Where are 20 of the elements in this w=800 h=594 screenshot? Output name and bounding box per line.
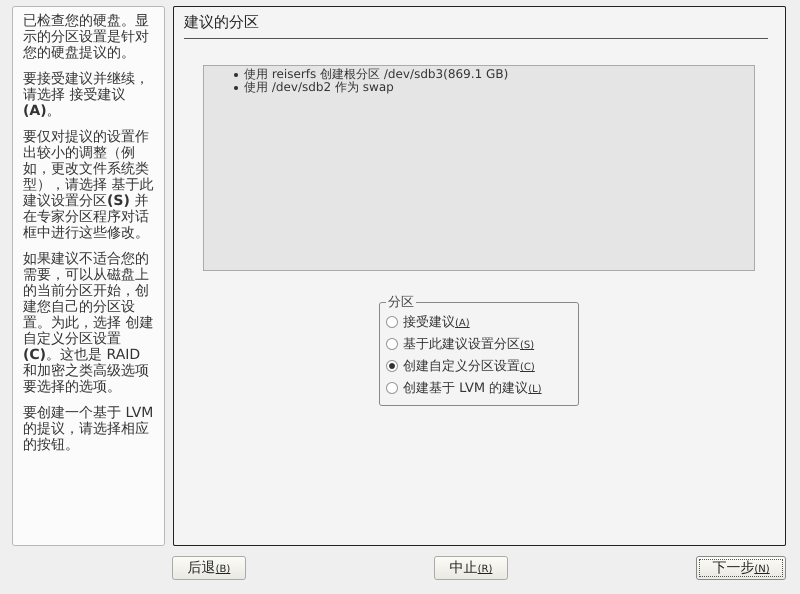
radio-button[interactable] bbox=[386, 382, 398, 394]
help-paragraph: 如果建议不适合您的需要，可以从磁盘上的当前分区开始，创建您自己的分区设置。为此，选择 创建自定义分区设置(C)。这也是 RAID 和加密之类高级选项要选择的选项。 bbox=[23, 251, 154, 395]
radio-button[interactable] bbox=[386, 316, 398, 328]
help-paragraph: 要创建一个基于 LVM 的提议，请选择相应的按钮。 bbox=[23, 405, 154, 453]
group-legend: 分区 bbox=[386, 293, 416, 311]
nav-button[interactable]: 后退(B) bbox=[172, 556, 246, 580]
nav-button[interactable]: 中止(R) bbox=[434, 556, 508, 580]
radio-button[interactable] bbox=[386, 338, 398, 350]
summary-item: 使用 reiserfs 创建根分区 /dev/sdb3(869.1 GB) bbox=[234, 68, 754, 81]
page-title: 建议的分区 bbox=[184, 12, 260, 33]
nav-button[interactable]: 下一步(N) bbox=[696, 556, 786, 580]
radio-option[interactable]: 接受建议(A) bbox=[386, 311, 574, 333]
help-paragraph: 要仅对提议的设置作出较小的调整（例如，更改文件系统类型），请选择 基于此建议设置分区(S) 并在专家分区程序对话框中进行这些修改。 bbox=[23, 129, 154, 241]
radio-option[interactable]: 创建自定义分区设置(C) bbox=[386, 355, 574, 377]
radio-option[interactable]: 基于此建议设置分区(S) bbox=[386, 333, 574, 355]
radio-option[interactable]: 创建基于 LVM 的建议(L) bbox=[386, 377, 574, 399]
radio-button[interactable] bbox=[386, 360, 398, 372]
help-paragraph: 已检查您的硬盘。显示的分区设置是针对您的硬盘提议的。 bbox=[23, 13, 150, 61]
summary-item: 使用 /dev/sdb2 作为 swap bbox=[234, 81, 754, 94]
help-paragraph: 要接受建议并继续，请选择 接受建议(A)。 bbox=[23, 71, 150, 119]
